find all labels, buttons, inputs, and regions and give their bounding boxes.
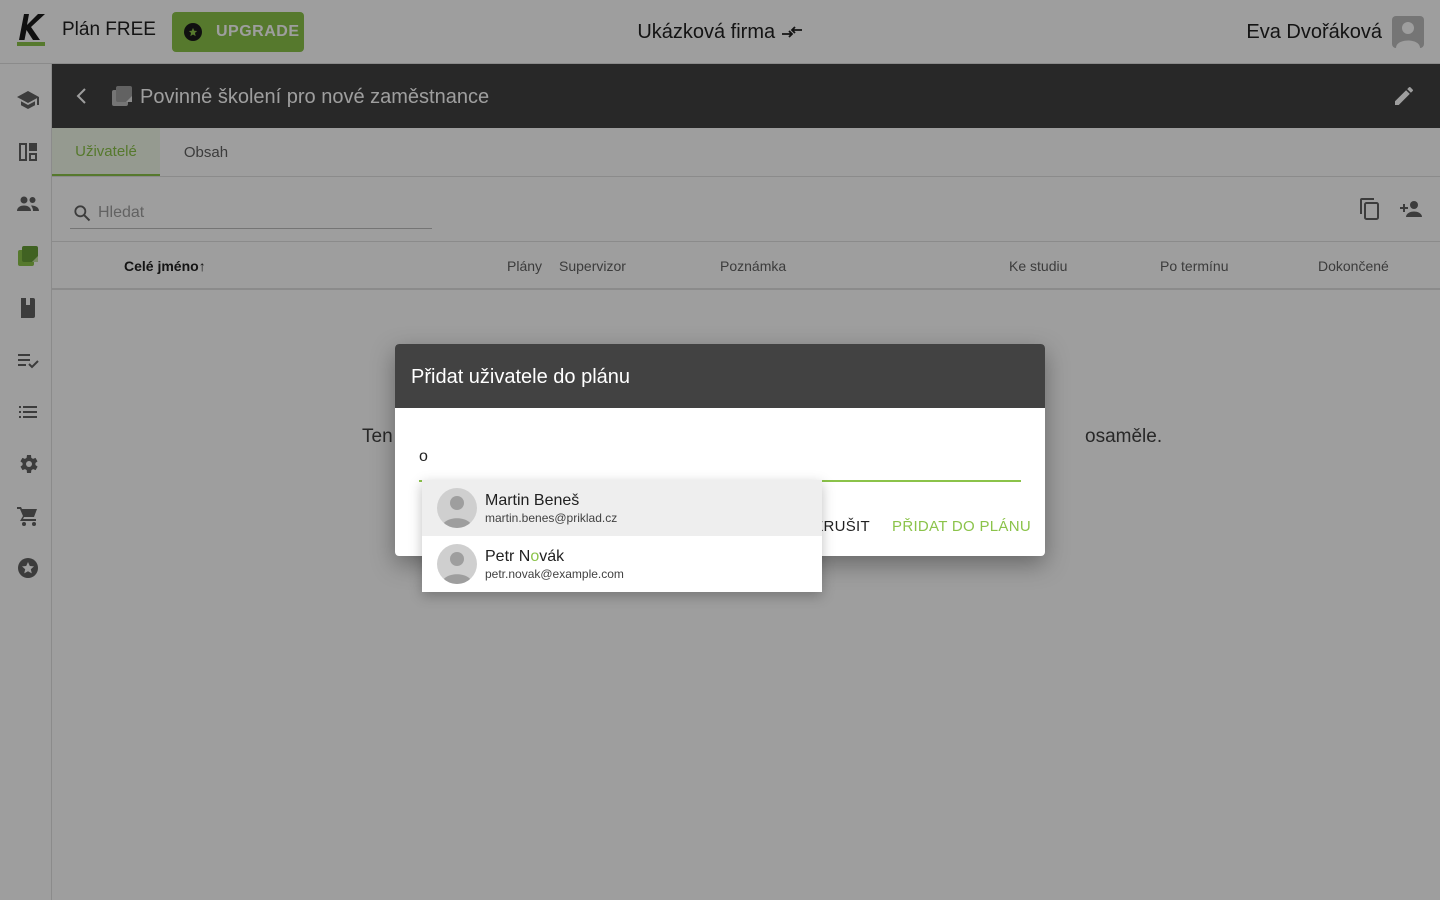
dialog-title: Přidat uživatele do plánu — [395, 344, 1045, 408]
autocomplete-option[interactable]: Petr Novák petr.novak@example.com — [422, 536, 822, 592]
person-icon — [442, 552, 472, 584]
add-to-plan-button[interactable]: PŘIDAT DO PLÁNU — [892, 518, 1031, 535]
autocomplete-option[interactable]: Martin Beneš martin.benes@priklad.cz — [422, 480, 822, 536]
cancel-button[interactable]: ZRUŠIT — [814, 518, 870, 535]
option-name: Martin Beneš — [485, 492, 580, 509]
avatar — [437, 544, 477, 584]
match-highlight: o — [530, 548, 540, 565]
autocomplete-list: Martin Beneš martin.benes@priklad.cz Pet… — [422, 480, 822, 592]
option-email: martin.benes@priklad.cz — [485, 511, 618, 525]
user-search-input[interactable] — [419, 440, 1021, 474]
person-icon — [442, 496, 472, 528]
option-name: Petr Novák — [485, 548, 565, 565]
user-search-field — [419, 440, 1021, 482]
option-email: petr.novak@example.com — [485, 567, 624, 581]
avatar — [437, 488, 477, 528]
